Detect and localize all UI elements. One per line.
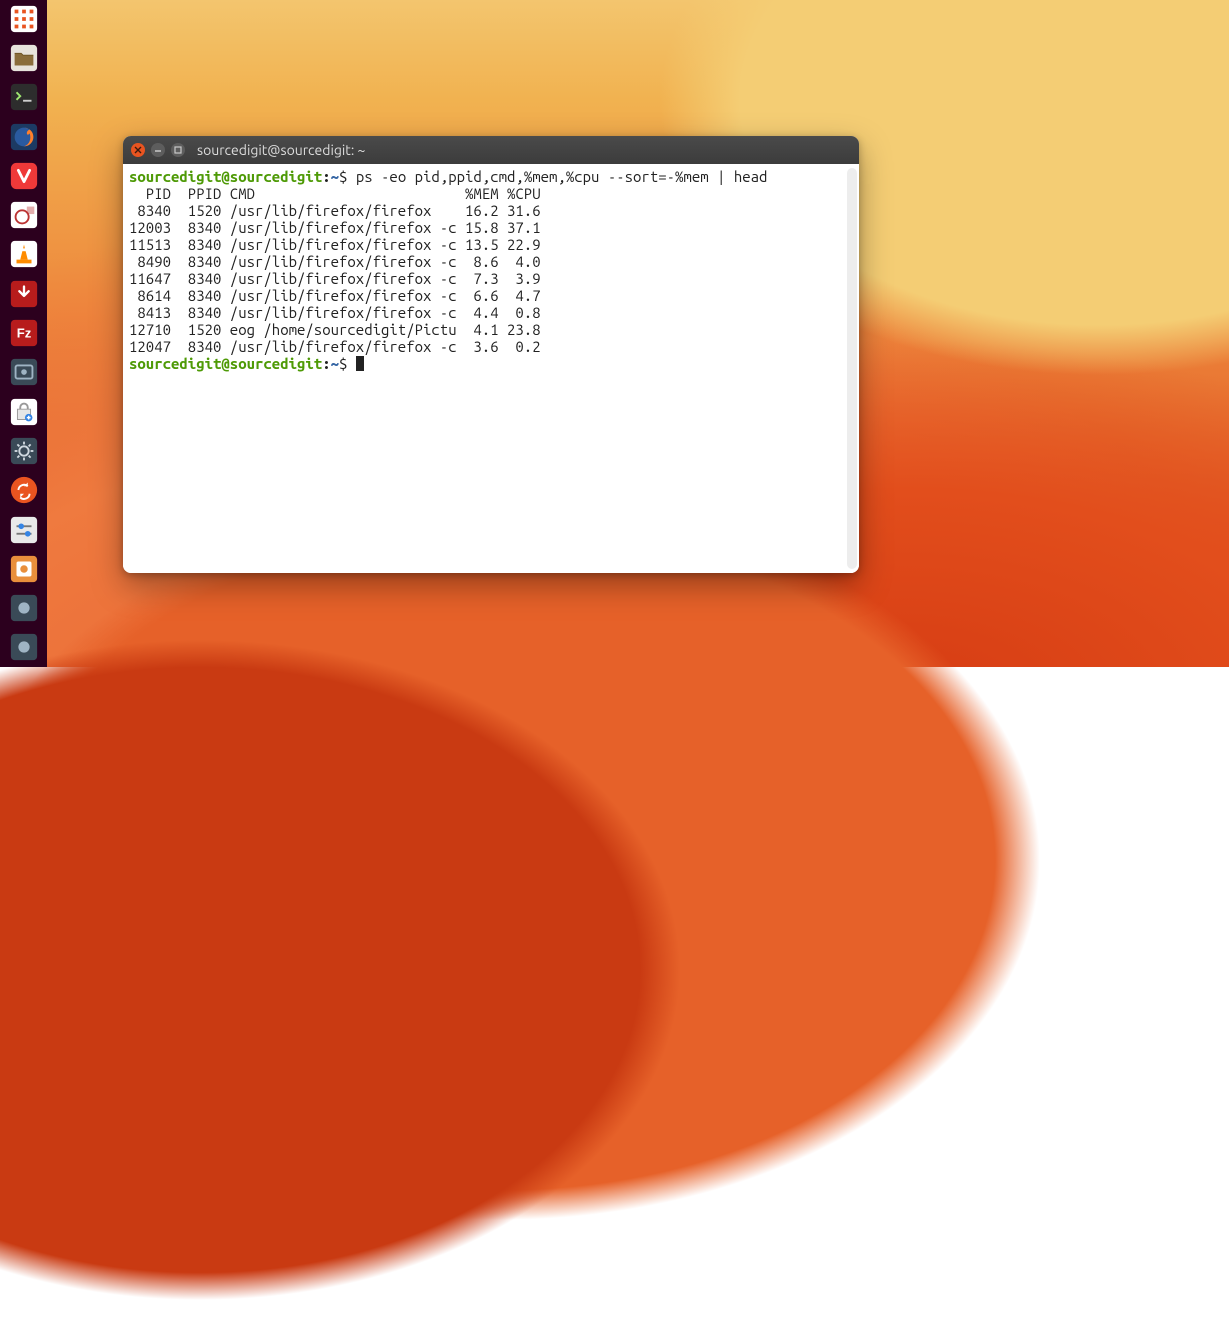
- launcher-disks[interactable]: [4, 553, 44, 588]
- show-apps-icon: [9, 4, 39, 38]
- prompt-path: ~: [331, 355, 339, 372]
- launcher-updater[interactable]: [4, 475, 44, 510]
- launcher-software[interactable]: [4, 396, 44, 431]
- launcher-vlc[interactable]: [4, 239, 44, 274]
- launcher-tweaks[interactable]: [4, 514, 44, 549]
- prompt-user: sourcedigit@sourcedigit: [129, 168, 322, 185]
- window-title: sourcedigit@sourcedigit: ~: [197, 142, 365, 158]
- launcher-show-apps[interactable]: [4, 3, 44, 38]
- launcher-dock: Fz: [0, 0, 47, 667]
- app-a-icon: [9, 593, 39, 627]
- ps-header: PID PPID CMD %MEM %CPU: [129, 185, 541, 202]
- settings-icon: [9, 436, 39, 470]
- terminal-titlebar[interactable]: sourcedigit@sourcedigit: ~: [123, 136, 859, 164]
- prompt-symbol: $: [339, 355, 347, 372]
- launcher-files[interactable]: [4, 42, 44, 77]
- tweaks-icon: [9, 515, 39, 549]
- launcher-screenshot[interactable]: [4, 357, 44, 392]
- prompt-user: sourcedigit@sourcedigit: [129, 355, 322, 372]
- launcher-app-a[interactable]: [4, 592, 44, 627]
- terminal-output[interactable]: sourcedigit@sourcedigit:~$ ps -eo pid,pp…: [123, 164, 859, 573]
- launcher-firefox[interactable]: [4, 121, 44, 156]
- launcher-terminal[interactable]: [4, 82, 44, 117]
- prompt-colon: :: [322, 168, 330, 185]
- transmission-icon: [9, 279, 39, 313]
- filezilla-icon: Fz: [9, 318, 39, 352]
- launcher-settings[interactable]: [4, 435, 44, 470]
- vlc-icon: [9, 239, 39, 273]
- terminal-icon: [9, 82, 39, 116]
- launcher-shutter[interactable]: [4, 199, 44, 234]
- prompt-path: ~: [331, 168, 339, 185]
- window-maximize-button[interactable]: [171, 143, 185, 157]
- screenshot-icon: [9, 357, 39, 391]
- prompt-colon: :: [322, 355, 330, 372]
- launcher-filezilla[interactable]: Fz: [4, 317, 44, 352]
- prompt-symbol: $: [339, 168, 347, 185]
- svg-text:Fz: Fz: [16, 326, 31, 341]
- ps-rows: 8340 1520 /usr/lib/firefox/firefox 16.2 …: [129, 202, 541, 355]
- window-minimize-button[interactable]: [151, 143, 165, 157]
- terminal-scrollbar[interactable]: [847, 168, 857, 569]
- launcher-transmission[interactable]: [4, 278, 44, 313]
- window-close-button[interactable]: [131, 143, 145, 157]
- files-icon: [9, 43, 39, 77]
- shutter-icon: [9, 200, 39, 234]
- launcher-vivaldi[interactable]: [4, 160, 44, 195]
- app-b-icon: [9, 632, 39, 666]
- command-text: ps -eo pid,ppid,cmd,%mem,%cpu --sort=-%m…: [356, 168, 768, 185]
- terminal-cursor: [356, 356, 364, 371]
- software-icon: [9, 397, 39, 431]
- firefox-icon: [9, 122, 39, 156]
- launcher-app-b[interactable]: [4, 632, 44, 667]
- terminal-window: sourcedigit@sourcedigit: ~ sourcedigit@s…: [123, 136, 859, 573]
- vivaldi-icon: [9, 161, 39, 195]
- disks-icon: [9, 554, 39, 588]
- updater-icon: [9, 475, 39, 509]
